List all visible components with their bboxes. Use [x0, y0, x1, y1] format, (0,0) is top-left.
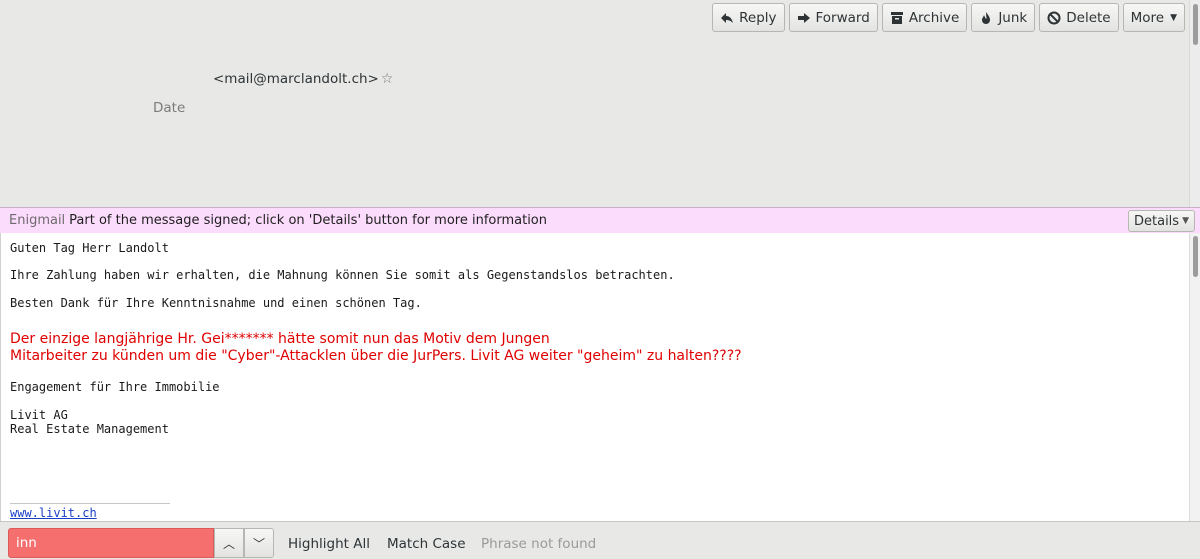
chevron-up-icon: ︿: [222, 536, 235, 551]
from-line: <mail@marclandolt.ch> ☆: [213, 71, 393, 87]
archive-icon: [890, 11, 904, 25]
date-label: Date: [153, 100, 186, 116]
red-annotation-line-2: Mitarbeiter zu künden um die "Cyber"-Att…: [10, 348, 742, 364]
find-input[interactable]: [8, 528, 214, 558]
star-icon[interactable]: ☆: [381, 72, 394, 86]
archive-label: Archive: [908, 9, 960, 26]
delete-label: Delete: [1066, 9, 1111, 26]
header-scrollbar-thumb[interactable]: [1193, 4, 1198, 45]
greeting-line: Guten Tag Herr Landolt: [10, 241, 169, 255]
header-scrollbar[interactable]: [1189, 0, 1200, 207]
body-line-engagement: Engagement für Ihre Immobilie: [10, 380, 220, 394]
details-button[interactable]: Details ▼: [1128, 210, 1195, 232]
find-status: Phrase not found: [481, 536, 597, 552]
match-case-toggle[interactable]: Match Case: [387, 536, 466, 552]
chevron-down-icon: ▼: [1182, 216, 1189, 226]
website-link[interactable]: www.livit.ch: [10, 506, 97, 520]
delete-button[interactable]: Delete: [1039, 3, 1119, 32]
forward-button[interactable]: Forward: [788, 3, 878, 32]
highlight-all-toggle[interactable]: Highlight All: [288, 536, 370, 552]
message-body[interactable]: Guten Tag Herr Landolt Ihre Zahlung habe…: [0, 233, 1189, 521]
forward-label: Forward: [815, 9, 870, 26]
reply-button[interactable]: Reply: [712, 3, 785, 32]
find-bar: ︿ ﹀ Highlight All Match Case Phrase not …: [0, 521, 1200, 559]
signature-company-sub: Real Estate Management: [10, 422, 169, 436]
more-label: More: [1130, 9, 1165, 26]
junk-button[interactable]: Junk: [971, 3, 1036, 32]
archive-button[interactable]: Archive: [881, 3, 968, 32]
body-scrollbar[interactable]: [1189, 233, 1200, 521]
enigmail-notification-bar: Enigmail Part of the message signed; cli…: [0, 207, 1200, 233]
junk-label: Junk: [998, 9, 1028, 26]
message-header: Reply Forward Archive Junk Delete More ▼…: [0, 0, 1189, 207]
enigmail-message: Part of the message signed; click on 'De…: [69, 213, 547, 228]
delete-icon: [1047, 11, 1061, 25]
details-label: Details: [1134, 213, 1180, 229]
chevron-down-icon: ▼: [1170, 12, 1177, 23]
enigmail-label: Enigmail: [9, 213, 66, 228]
forward-icon: [797, 11, 811, 25]
body-line-payment: Ihre Zahlung haben wir erhalten, die Mah…: [10, 268, 675, 282]
find-previous-button[interactable]: ︿: [214, 528, 244, 558]
chevron-down-icon: ﹀: [252, 536, 265, 551]
body-line-thanks: Besten Dank für Ihre Kenntnisnahme und e…: [10, 296, 422, 310]
signature-divider: [10, 503, 170, 504]
junk-flame-icon: [979, 11, 993, 25]
more-button[interactable]: More ▼: [1122, 3, 1185, 32]
reply-label: Reply: [739, 9, 777, 26]
from-address[interactable]: <mail@marclandolt.ch>: [213, 71, 379, 87]
reply-icon: [720, 11, 734, 25]
find-next-button[interactable]: ﹀: [244, 528, 274, 558]
red-annotation-line-1: Der einzige langjährige Hr. Gei******* h…: [10, 331, 550, 347]
signature-company: Livit AG: [10, 408, 68, 422]
body-scrollbar-thumb[interactable]: [1193, 236, 1198, 277]
message-toolbar: Reply Forward Archive Junk Delete More ▼: [712, 3, 1185, 32]
